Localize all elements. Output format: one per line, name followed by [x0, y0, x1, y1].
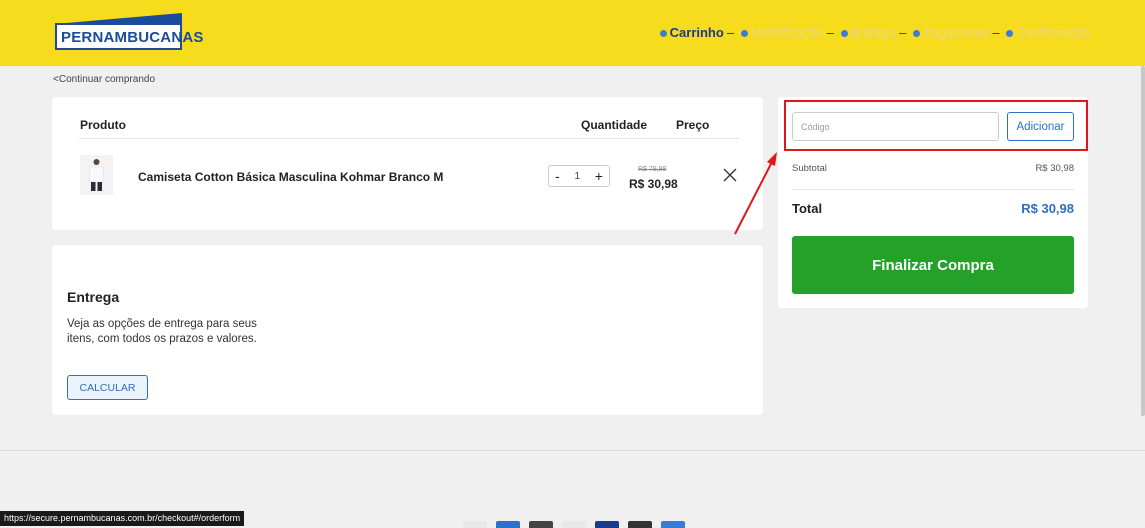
step-dot-icon	[840, 29, 848, 37]
payment-card-icon	[628, 521, 652, 528]
step-dot-icon	[740, 29, 748, 37]
step-dot-icon	[1006, 29, 1014, 37]
step-entrega: Entrega	[850, 25, 897, 40]
shipping-description: Veja as opções de entrega para seus iten…	[67, 318, 257, 345]
item-price: R$ 30,98	[629, 177, 678, 191]
product-name[interactable]: Camiseta Cotton Básica Masculina Kohmar …	[138, 170, 443, 184]
logo-text: PERNAMBUCANAS	[61, 29, 204, 46]
divider	[792, 189, 1074, 190]
shipping-title: Entrega	[67, 289, 120, 305]
finalize-purchase-button[interactable]: Finalizar Compra	[792, 236, 1074, 294]
step-pagamento: Pagamento	[922, 25, 990, 40]
calculate-shipping-button[interactable]: CALCULAR	[67, 375, 148, 400]
step-identificacao: Identificação	[750, 25, 824, 40]
old-price: R$ 79,99	[638, 166, 667, 173]
pernambucanas-logo[interactable]: PERNAMBUCANAS	[55, 13, 203, 50]
coupon-highlight-box	[784, 100, 1088, 151]
payment-card-icon	[595, 521, 619, 528]
page-scrollbar[interactable]	[1141, 66, 1145, 416]
header-quantity: Quantidade	[581, 118, 648, 132]
increase-quantity-button[interactable]: +	[595, 168, 603, 184]
decrease-quantity-button[interactable]: -	[555, 168, 560, 184]
status-url: https://secure.pernambucanas.com.br/chec…	[0, 511, 245, 526]
step-dot-icon	[659, 29, 667, 37]
annotation-arrow-icon	[734, 152, 777, 235]
payment-card-icon	[562, 521, 586, 528]
logo-box: PERNAMBUCANAS	[55, 23, 203, 50]
divider	[79, 138, 739, 139]
continue-shopping-label: Continuar comprando	[58, 74, 156, 85]
footer-divider	[0, 450, 1145, 451]
payment-card-icon	[463, 521, 487, 528]
payment-icons	[463, 521, 685, 528]
quantity-stepper: - 1 +	[548, 165, 610, 187]
checkout-steps: Carrinho – Identificação – Entrega – Pagame…	[659, 25, 1090, 40]
step-confirmacao: Confirmação	[1016, 25, 1090, 40]
product-image[interactable]	[80, 155, 113, 195]
subtotal-value: R$ 30,98	[1035, 163, 1074, 174]
site-header: PERNAMBUCANAS Carrinho – Identificação – E…	[0, 0, 1145, 66]
subtotal-row: Subtotal R$ 30,98	[792, 163, 1074, 174]
shirt-photo-icon	[88, 159, 105, 191]
quantity-value[interactable]: 1	[574, 171, 580, 182]
step-separator: –	[826, 25, 834, 40]
total-label: Total	[792, 201, 823, 216]
cart-card: Produto Quantidade Preço Camiseta Cotton…	[52, 97, 763, 230]
step-carrinho: Carrinho	[669, 25, 724, 40]
step-dot-icon	[912, 29, 920, 37]
header-product: Produto	[80, 118, 126, 132]
step-separator: –	[899, 25, 907, 40]
payment-card-icon	[496, 521, 520, 528]
step-separator: –	[726, 25, 735, 40]
shipping-card: Entrega Veja as opções de entrega para s…	[52, 245, 763, 415]
header-price: Preço	[676, 118, 710, 132]
order-summary-card: Código Adicionar Subtotal R$ 30,98 Total…	[778, 97, 1088, 308]
payment-card-icon	[661, 521, 685, 528]
step-separator: –	[992, 25, 1000, 40]
total-value: R$ 30,98	[1021, 201, 1074, 216]
payment-card-icon	[529, 521, 553, 528]
subtotal-label: Subtotal	[792, 163, 827, 174]
total-row: Total R$ 30,98	[792, 201, 1074, 216]
continue-shopping-link[interactable]: <Continuar comprando	[53, 74, 155, 85]
